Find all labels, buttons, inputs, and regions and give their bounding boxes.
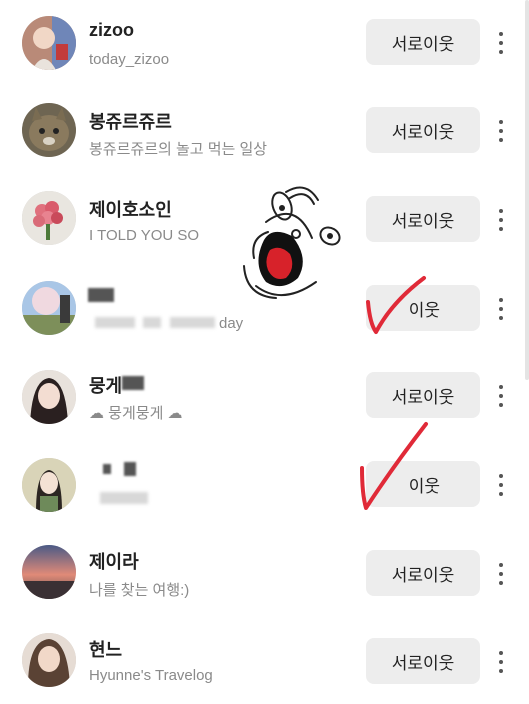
blog-intro: 나를 찾는 여행:)	[89, 582, 190, 599]
mutual-neighbor-button[interactable]: 서로이웃	[366, 19, 480, 65]
blog-intro: I TOLD YOU SO	[89, 227, 200, 244]
blog-name[interactable]: 봉쥬르쥬르	[89, 108, 172, 134]
more-vertical-icon[interactable]	[494, 205, 508, 235]
blog-name[interactable]: zizoo	[89, 20, 134, 41]
blurred-name	[122, 376, 144, 390]
blog-intro: ☁ 뭉게뭉게 ☁	[89, 405, 183, 422]
more-vertical-icon[interactable]	[494, 28, 508, 58]
blog-name[interactable]: 제이라	[89, 548, 139, 574]
more-vertical-icon[interactable]	[494, 470, 508, 500]
blurred-text	[170, 317, 215, 328]
mutual-neighbor-button[interactable]: 서로이웃	[366, 196, 480, 242]
list-item[interactable]: 제이라 나를 찾는 여행:) 서로이웃	[0, 528, 529, 616]
blurred-name	[88, 288, 114, 302]
avatar[interactable]	[22, 191, 76, 245]
list-item[interactable]: day 이웃	[0, 264, 529, 352]
blog-intro: day	[219, 315, 244, 332]
blog-name[interactable]: 제이호소인	[89, 196, 172, 222]
list-item[interactable]: 제이호소인 I TOLD YOU SO 서로이웃	[0, 176, 529, 264]
blurred-text	[95, 317, 135, 328]
avatar[interactable]	[22, 458, 76, 512]
blog-intro: 봉쥬르쥬르의 놀고 먹는 일상	[89, 141, 268, 158]
scrollbar[interactable]	[525, 0, 529, 380]
avatar[interactable]	[22, 545, 76, 599]
avatar[interactable]	[22, 370, 76, 424]
avatar[interactable]	[22, 281, 76, 335]
list-item[interactable]: 이웃	[0, 440, 529, 528]
blurred-name	[124, 462, 136, 476]
more-vertical-icon[interactable]	[494, 116, 508, 146]
mutual-neighbor-button[interactable]: 서로이웃	[366, 550, 480, 596]
list-item[interactable]: 뭉게 ☁ 뭉게뭉게 ☁ 서로이웃	[0, 352, 529, 440]
blog-id: today_zizoo	[89, 51, 170, 68]
blog-intro: Hyunne's Travelog	[89, 667, 213, 684]
neighbor-button[interactable]: 이웃	[366, 461, 480, 507]
neighbor-button[interactable]: 이웃	[366, 285, 480, 331]
more-vertical-icon[interactable]	[494, 381, 508, 411]
mutual-neighbor-button[interactable]: 서로이웃	[366, 107, 480, 153]
blurred-text	[143, 317, 161, 328]
avatar[interactable]	[22, 16, 76, 70]
mutual-neighbor-button[interactable]: 서로이웃	[366, 372, 480, 418]
avatar[interactable]	[22, 103, 76, 157]
blurred-text	[100, 492, 148, 504]
list-item[interactable]: zizoo today_zizoo 서로이웃	[0, 0, 529, 88]
more-vertical-icon[interactable]	[494, 647, 508, 677]
neighbor-list: zizoo today_zizoo 서로이웃 봉쥬르쥬르 봉쥬르쥬르의 놀고 먹…	[0, 0, 529, 700]
blurred-name	[103, 464, 111, 474]
list-item[interactable]: 봉쥬르쥬르 봉쥬르쥬르의 놀고 먹는 일상 서로이웃	[0, 88, 529, 176]
mutual-neighbor-button[interactable]: 서로이웃	[366, 638, 480, 684]
blog-name[interactable]: 현느	[89, 636, 122, 662]
blog-name[interactable]: 뭉게	[89, 372, 122, 398]
more-vertical-icon[interactable]	[494, 294, 508, 324]
more-vertical-icon[interactable]	[494, 559, 508, 589]
avatar[interactable]	[22, 633, 76, 687]
list-item[interactable]: 현느 Hyunne's Travelog 서로이웃	[0, 616, 529, 704]
